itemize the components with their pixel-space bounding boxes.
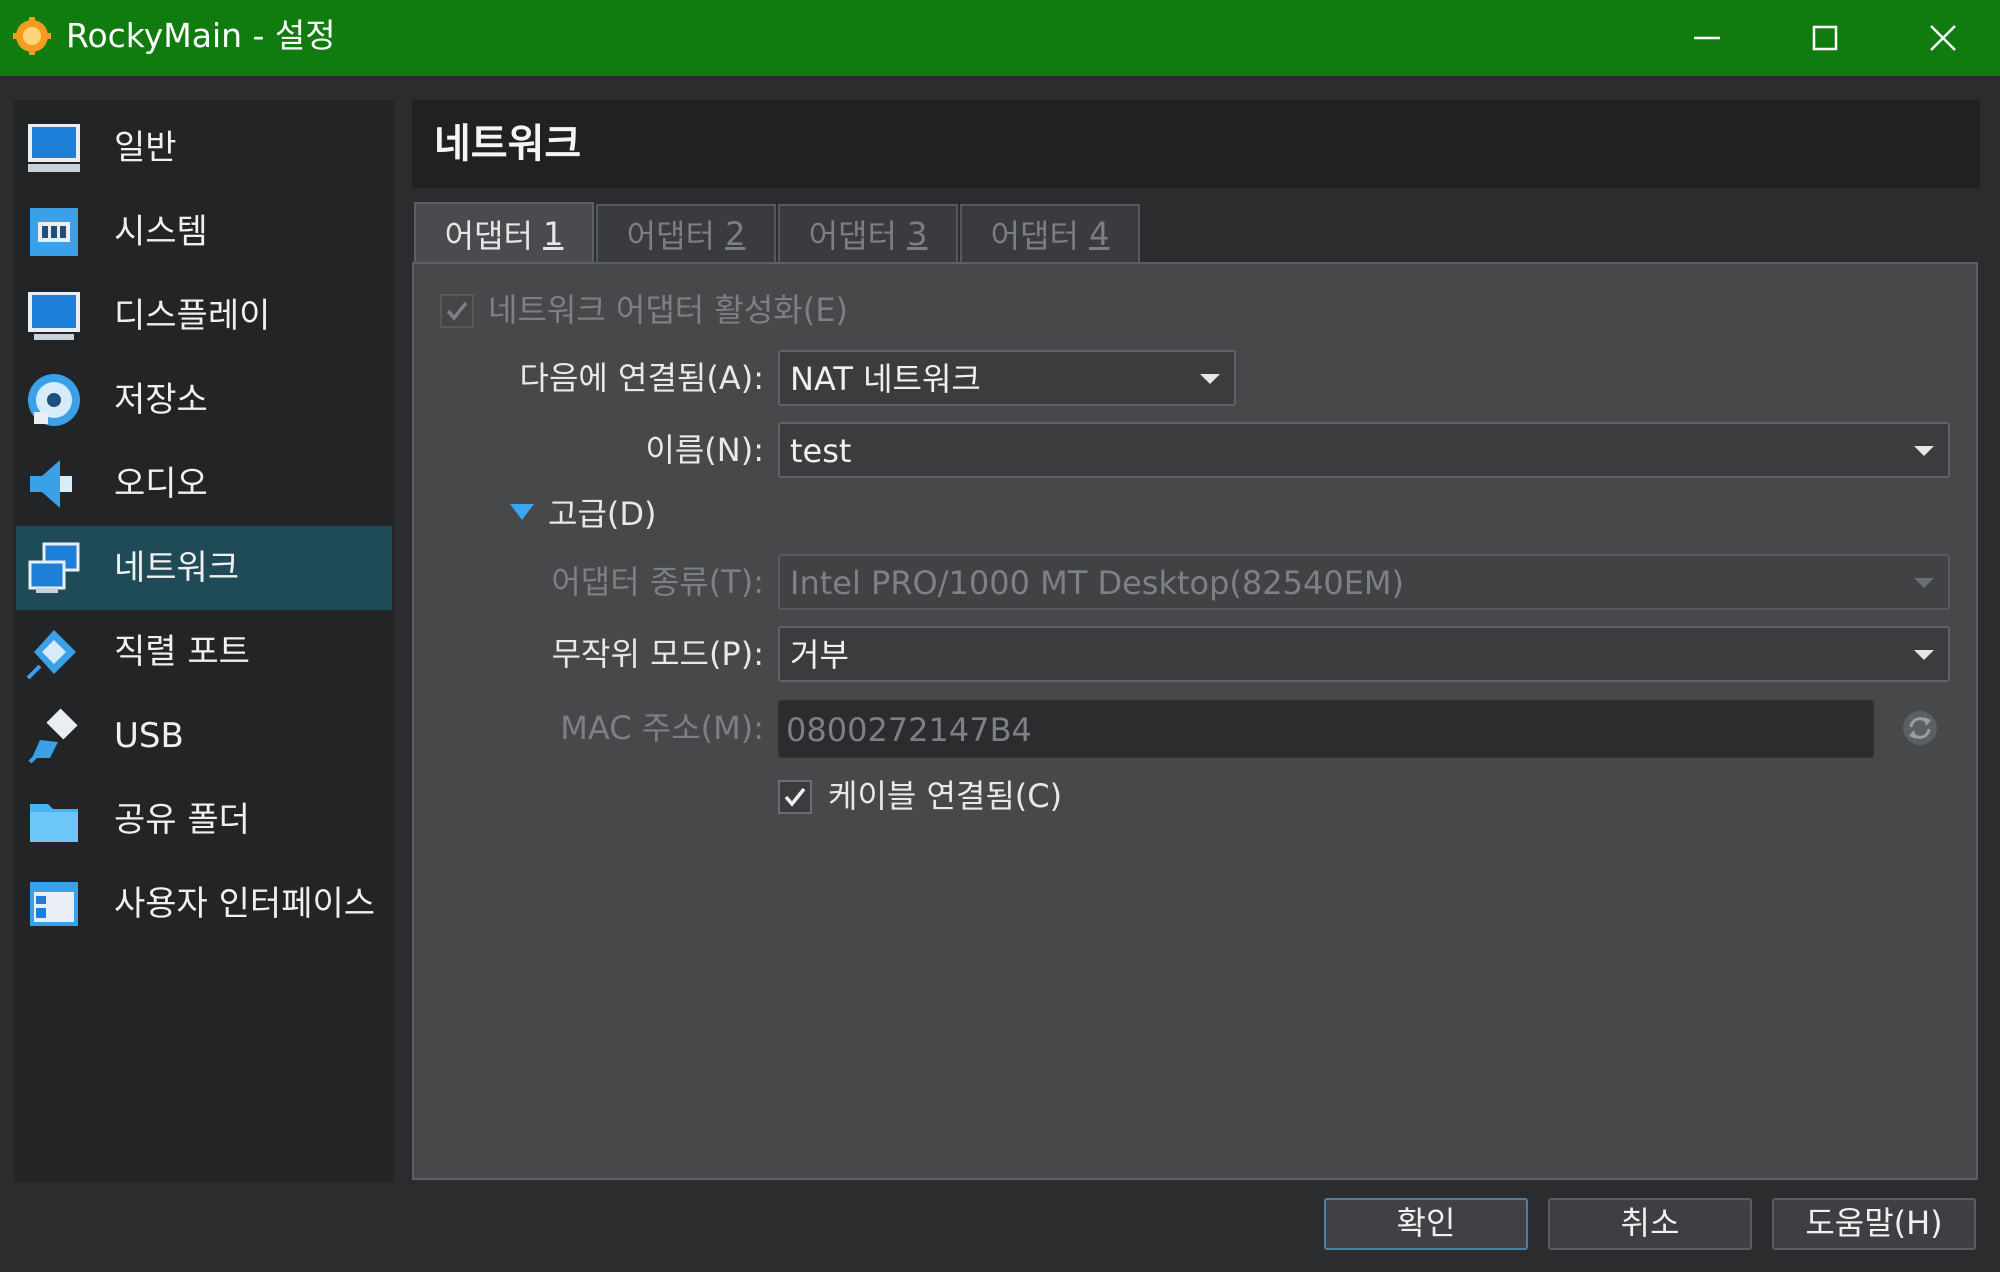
refresh-mac-icon[interactable] (1900, 708, 1940, 748)
mac-address-value: 0800272147B4 (786, 711, 1032, 749)
cable-connected-checkbox[interactable] (778, 780, 812, 814)
maximize-button[interactable] (1766, 0, 1884, 76)
mac-address-label: MAC 주소(M): (560, 709, 764, 747)
sidebar-item-label: 시스템 (114, 212, 208, 252)
sidebar-item-label: 일반 (114, 128, 177, 168)
sidebar-item-audio[interactable]: 오디오 (16, 442, 392, 526)
sidebar-item-label: 네트워크 (114, 548, 240, 588)
tab-label: 어댑터 (808, 217, 908, 255)
sidebar-item-label: 직렬 포트 (114, 632, 250, 672)
name-label: 이름(N): (645, 431, 764, 469)
mac-address-field[interactable]: 0800272147B4 (778, 700, 1874, 758)
sidebar-item-label: 디스플레이 (114, 296, 271, 336)
tab-label: 어댑터 (990, 217, 1090, 255)
chip-icon (30, 208, 78, 256)
sidebar-item-label: 사용자 인터페이스 (114, 884, 376, 924)
enable-adapter-label: 네트워크 어댑터 활성화(E) (488, 291, 848, 329)
settings-sidebar: 일반 시스템 디스플레이 저장소 오디오 네트워크 직렬 포트 USB 공유 폴… (14, 100, 394, 1182)
chevron-down-icon (1914, 446, 1934, 456)
sidebar-item-user-interface[interactable]: 사용자 인터페이스 (16, 862, 392, 946)
sidebar-item-display[interactable]: 디스플레이 (16, 274, 392, 358)
display-icon (28, 292, 80, 340)
tab-label: 어댑터 (444, 217, 544, 255)
ok-button[interactable]: 확인 (1324, 1198, 1528, 1250)
serial-port-icon (26, 630, 76, 680)
page-header: 네트워크 (412, 100, 1980, 188)
checkmark-icon (446, 301, 468, 321)
attached-to-select[interactable]: NAT 네트워크 (778, 350, 1236, 406)
adapter-type-value: Intel PRO/1000 MT Desktop(82540EM) (790, 564, 1405, 602)
close-button[interactable] (1884, 0, 2000, 76)
sidebar-item-label: 오디오 (114, 464, 208, 504)
checkmark-icon (784, 787, 806, 807)
speaker-icon (30, 460, 72, 508)
attached-to-value: NAT 네트워크 (790, 360, 981, 398)
name-value: test (790, 432, 852, 470)
tab-mnemonic: 1 (543, 215, 564, 253)
expand-triangle-icon[interactable] (508, 500, 536, 524)
tab-mnemonic: 3 (907, 215, 928, 253)
network-icon (28, 542, 80, 593)
adapter-type-select[interactable]: Intel PRO/1000 MT Desktop(82540EM) (778, 554, 1950, 610)
monitor-icon (28, 124, 80, 172)
sidebar-item-usb[interactable]: USB (16, 694, 392, 778)
sidebar-item-label: 공유 폴더 (114, 800, 250, 840)
window-title: RockyMain - 설정 (66, 16, 336, 55)
virtualbox-icon (13, 17, 51, 55)
tab-mnemonic: 4 (1089, 215, 1110, 253)
promiscuous-mode-label: 무작위 모드(P): (551, 635, 764, 673)
usb-icon (28, 708, 78, 764)
help-button[interactable]: 도움말(H) (1772, 1198, 1976, 1250)
sidebar-item-label: 저장소 (114, 380, 208, 420)
ui-window-icon (30, 882, 78, 926)
sidebar-item-shared-folders[interactable]: 공유 폴더 (16, 778, 392, 862)
name-select[interactable]: test (778, 422, 1950, 478)
sidebar-item-label: USB (114, 716, 184, 756)
advanced-toggle[interactable]: 고급(D) (548, 492, 657, 536)
promiscuous-mode-value: 거부 (790, 636, 849, 674)
sidebar-item-system[interactable]: 시스템 (16, 190, 392, 274)
minimize-icon (1694, 36, 1720, 40)
sidebar-item-serial-port[interactable]: 직렬 포트 (16, 610, 392, 694)
close-icon (1930, 25, 1956, 51)
tab-adapter-4[interactable]: 어댑터 4 (960, 204, 1140, 262)
cancel-button[interactable]: 취소 (1548, 1198, 1752, 1250)
sidebar-item-network[interactable]: 네트워크 (16, 526, 392, 610)
disk-icon (28, 374, 80, 426)
attached-to-label: 다음에 연결됨(A): (519, 359, 764, 397)
minimize-button[interactable] (1648, 0, 1766, 76)
adapter-type-label: 어댑터 종류(T): (551, 563, 764, 601)
tab-mnemonic: 2 (725, 215, 746, 253)
cable-connected-label: 케이블 연결됨(C) (828, 777, 1063, 815)
sidebar-item-storage[interactable]: 저장소 (16, 358, 392, 442)
tab-adapter-3[interactable]: 어댑터 3 (778, 204, 958, 262)
maximize-icon (1812, 25, 1838, 51)
chevron-down-icon (1200, 374, 1220, 384)
sidebar-item-general[interactable]: 일반 (16, 106, 392, 190)
chevron-down-icon (1914, 578, 1934, 588)
tab-adapter-1[interactable]: 어댑터 1 (414, 202, 594, 264)
promiscuous-mode-select[interactable]: 거부 (778, 626, 1950, 682)
title-bar: RockyMain - 설정 (0, 0, 2000, 76)
chevron-down-icon (1914, 650, 1934, 660)
tab-adapter-2[interactable]: 어댑터 2 (596, 204, 776, 262)
page-title: 네트워크 (434, 121, 582, 167)
folder-icon (30, 804, 78, 842)
enable-adapter-checkbox[interactable] (440, 294, 474, 328)
tab-label: 어댑터 (626, 217, 726, 255)
